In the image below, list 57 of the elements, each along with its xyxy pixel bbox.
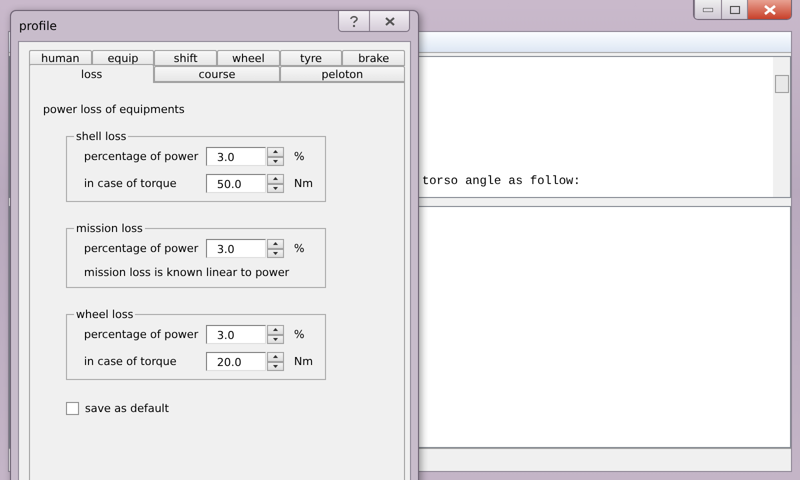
tab[interactable]: peloton xyxy=(280,66,405,82)
unit-label: Nm xyxy=(294,177,313,190)
spin-up-button[interactable] xyxy=(267,174,284,184)
minimize-icon xyxy=(703,8,713,12)
up-arrow-icon xyxy=(273,328,278,332)
field-label: percentage of power xyxy=(84,150,200,163)
tab[interactable]: tyre xyxy=(280,50,342,66)
close-button[interactable] xyxy=(747,0,791,19)
unit-label: % xyxy=(294,328,304,341)
down-arrow-icon xyxy=(273,186,278,190)
field-label: percentage of power xyxy=(84,242,200,255)
spin-up-button[interactable] xyxy=(267,239,284,248)
tab[interactable]: loss xyxy=(29,64,154,83)
minimize-button[interactable] xyxy=(694,0,721,19)
close-icon xyxy=(384,16,394,26)
number-field[interactable]: 50.0 xyxy=(206,174,266,193)
help-icon xyxy=(350,16,358,26)
tab[interactable]: course xyxy=(154,66,280,82)
checkbox-label: save as default xyxy=(85,402,169,415)
tab[interactable]: brake xyxy=(342,50,406,66)
group-title: mission loss xyxy=(75,222,144,235)
number-field[interactable]: 3.0 xyxy=(206,239,266,258)
down-arrow-icon xyxy=(273,338,278,341)
number-field[interactable]: 20.0 xyxy=(206,352,266,371)
tab[interactable]: wheel xyxy=(217,50,280,66)
field-label: percentage of power xyxy=(84,328,200,341)
spin-up-button[interactable] xyxy=(267,352,284,362)
unit-label: Nm xyxy=(294,355,313,368)
up-arrow-icon xyxy=(273,242,278,246)
down-arrow-icon xyxy=(273,364,278,368)
field-label: in case of torque xyxy=(84,177,178,190)
output-text: torso angle as follow: xyxy=(422,174,580,188)
unit-label: % xyxy=(294,242,304,255)
help-button[interactable] xyxy=(339,11,369,31)
down-arrow-icon xyxy=(273,252,278,255)
dialog-title: profile xyxy=(19,19,57,33)
number-field[interactable]: 3.0 xyxy=(206,147,266,166)
down-arrow-icon xyxy=(273,160,278,163)
group-title: wheel loss xyxy=(75,308,134,321)
close-icon xyxy=(764,4,776,14)
group-title: shell loss xyxy=(75,130,128,143)
up-arrow-icon xyxy=(273,355,278,358)
maximize-icon xyxy=(730,6,740,14)
scrollbar[interactable] xyxy=(773,57,790,197)
maximize-button[interactable] xyxy=(721,0,747,19)
unit-label: % xyxy=(294,150,304,163)
note-text: mission loss is known linear to power xyxy=(84,266,290,279)
number-field[interactable]: 3.0 xyxy=(206,325,266,344)
spin-up-button[interactable] xyxy=(267,147,284,156)
tab[interactable]: shift xyxy=(154,50,218,66)
up-arrow-icon xyxy=(273,150,278,154)
section-heading: power loss of equipments xyxy=(43,103,186,116)
checkbox[interactable] xyxy=(66,402,79,415)
field-label: in case of torque xyxy=(84,355,178,368)
spin-up-button[interactable] xyxy=(267,325,284,334)
close-button[interactable] xyxy=(369,11,409,31)
up-arrow-icon xyxy=(273,177,278,180)
